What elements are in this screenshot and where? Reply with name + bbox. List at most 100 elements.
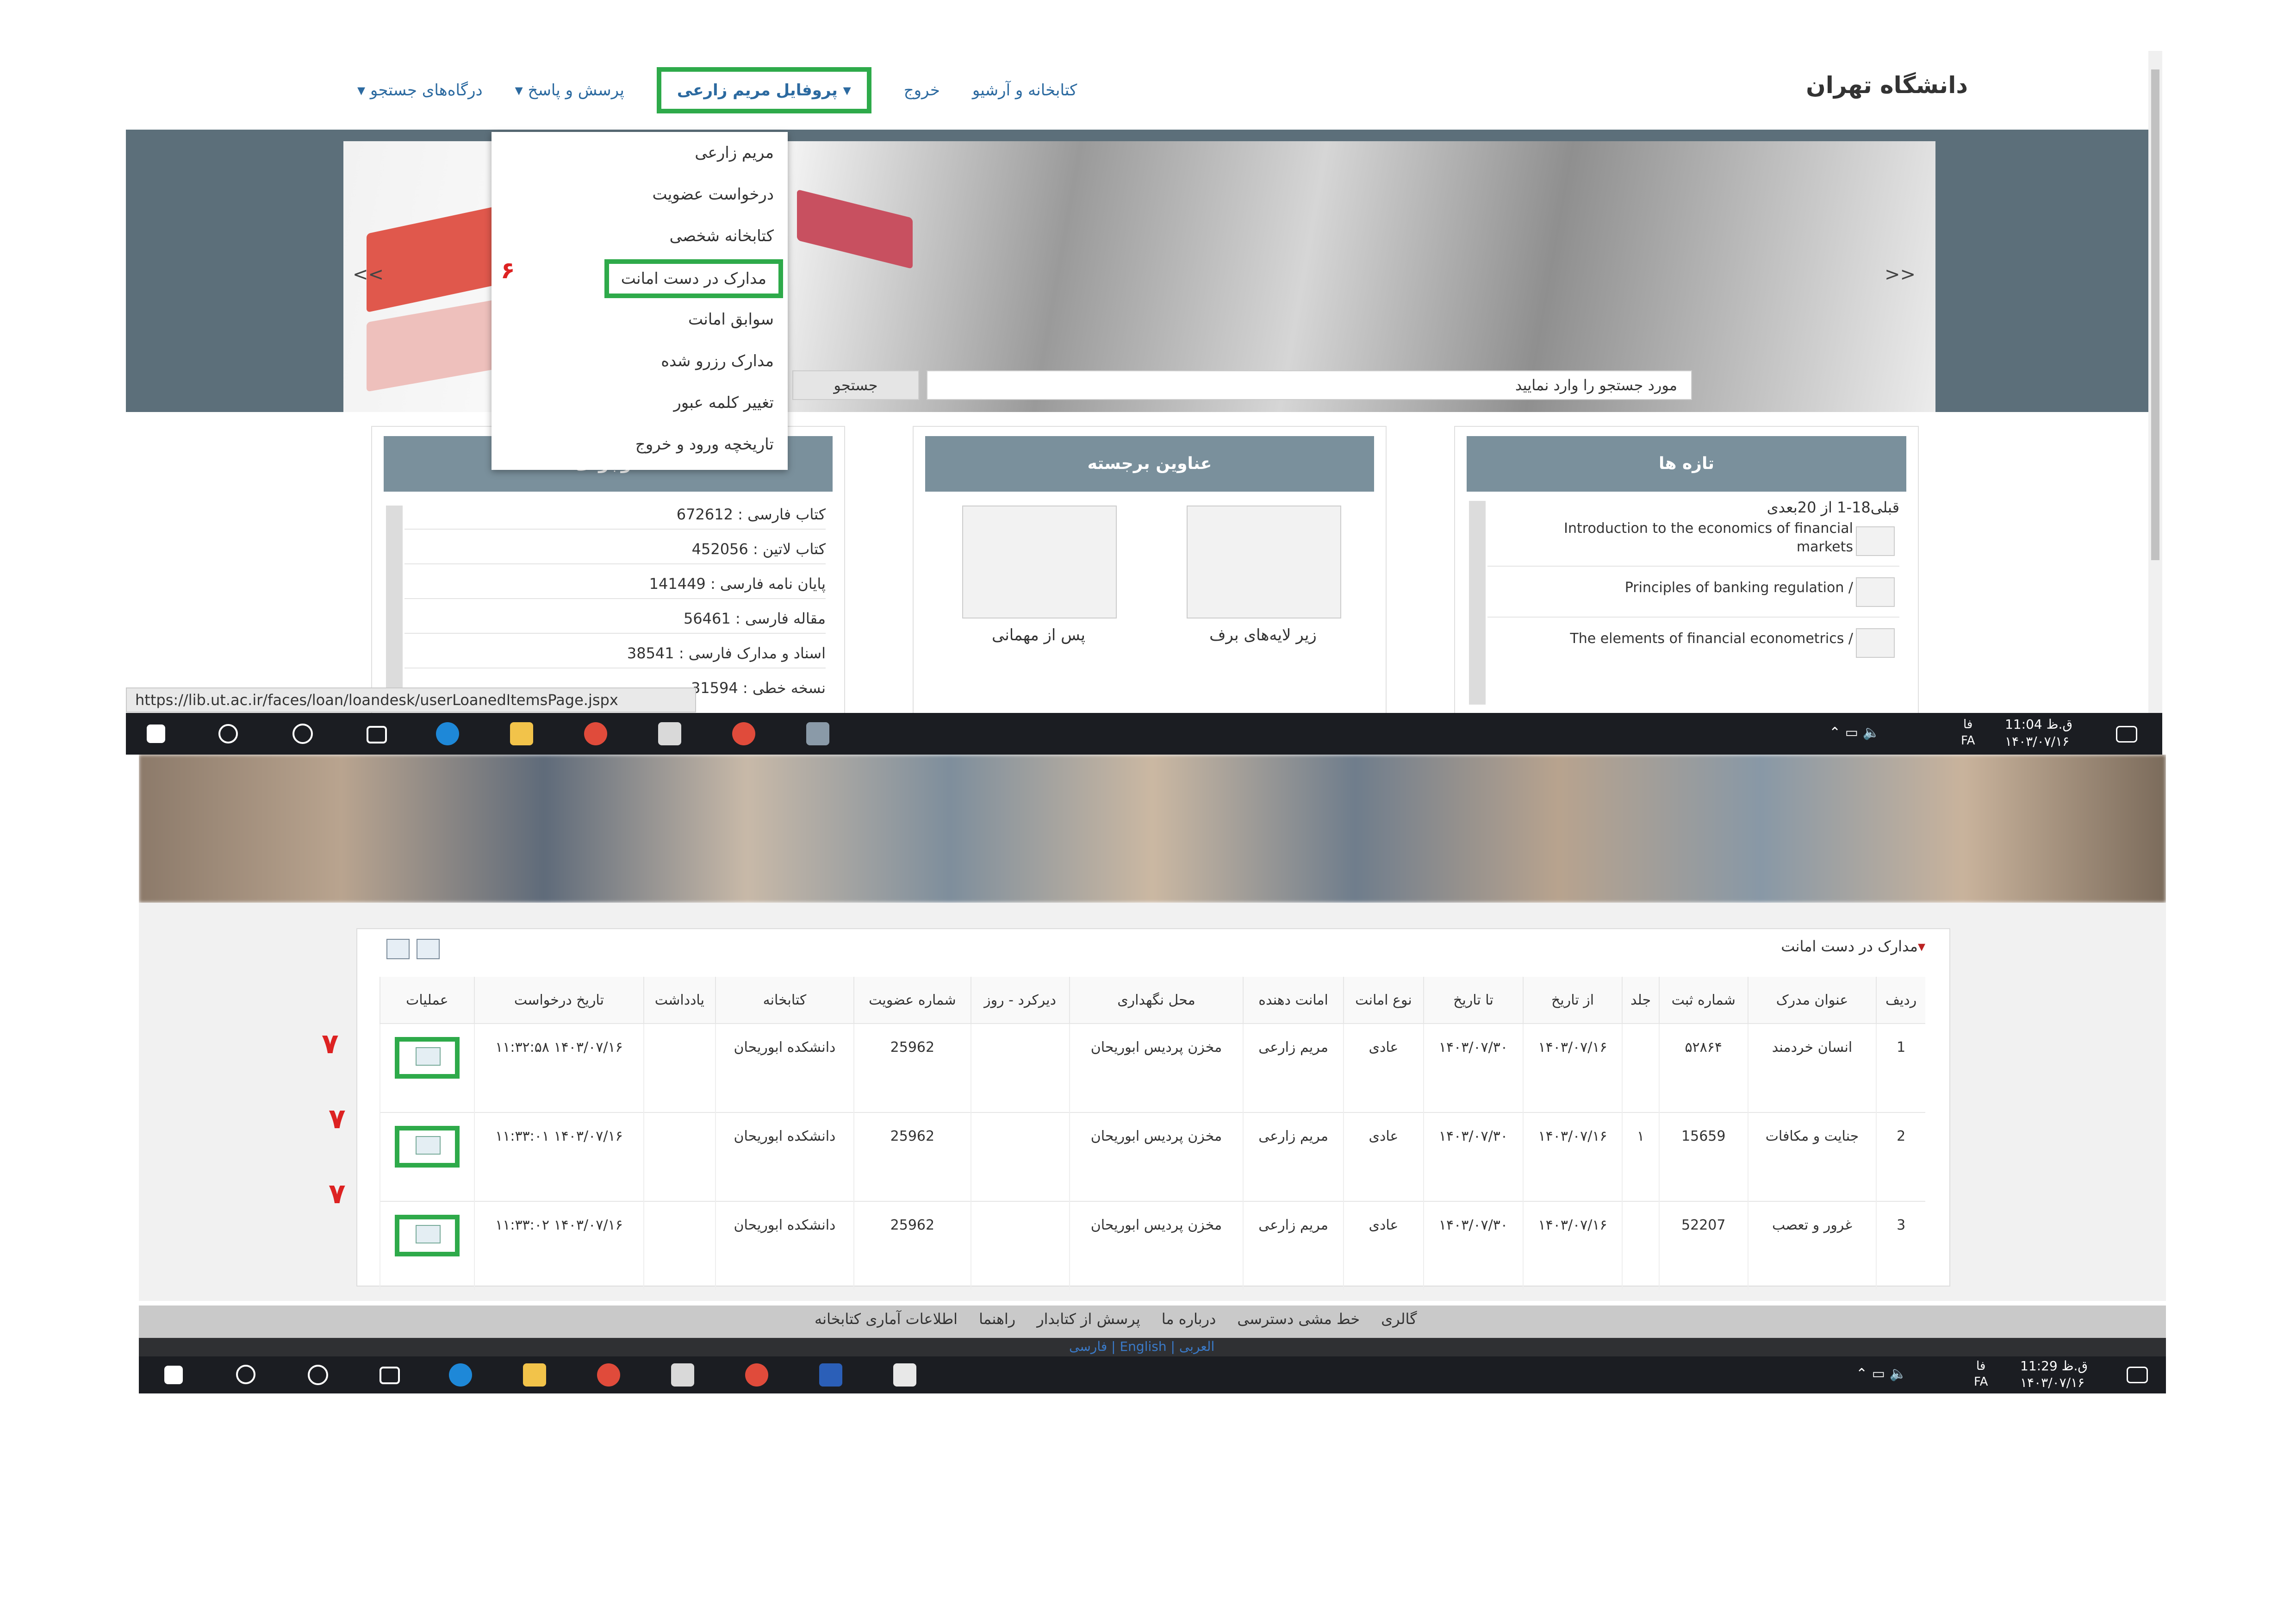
col-header: عملیات [380,977,474,1024]
thumbnail [1856,628,1895,658]
renew-icon [415,1225,441,1243]
step-badge: ۶ [501,257,515,284]
notification-icon[interactable] [2116,726,2137,743]
scrollbar[interactable] [386,506,403,709]
windows-start-icon[interactable] [164,1366,183,1384]
cell-member-number: 25962 [853,1201,971,1290]
cell-title[interactable]: غرور و تعصب [1747,1201,1877,1290]
cell-from-date: ۱۴۰۳/۰۷/۱۶ [1522,1201,1623,1290]
tray-icons[interactable]: ⌃ ▭ 🔈 [1856,1366,1907,1382]
site-brand[interactable]: دانشگاه تهران [1806,72,1968,99]
list-item[interactable]: / Principles of banking regulation [1625,580,1853,596]
file-explorer-icon[interactable] [510,722,533,745]
renew-button[interactable] [394,1037,460,1079]
stat-item[interactable]: مقاله فارسی : 56461 [684,610,826,627]
renew-button[interactable] [394,1215,460,1256]
input-language-code[interactable]: FA [1974,1375,1988,1389]
notification-icon[interactable] [2127,1367,2148,1383]
input-language[interactable]: فا [1963,718,1972,731]
cell-title[interactable]: جنایت و مکافات [1747,1112,1877,1201]
chrome-icon[interactable] [597,1363,620,1387]
clock-time[interactable]: 11:04 ق.ظ [2005,717,2072,732]
input-language[interactable]: فا [1976,1359,1985,1373]
nav-exit[interactable]: خروج [904,81,940,100]
cell-title[interactable]: انسان خردمند [1747,1023,1877,1112]
footer-link-ask-librarian[interactable]: پرسش از کتابدار [1037,1310,1140,1328]
search-icon[interactable] [218,724,238,743]
scrollbar[interactable] [1469,501,1486,705]
pager[interactable]: قبلی18-1 از 20بعدی [1767,499,1899,516]
input-language-code[interactable]: FA [1961,734,1975,748]
menu-item-change-password[interactable]: تغییر کلمه عبور [673,394,774,412]
photos-icon[interactable] [893,1363,916,1387]
tray-icons[interactable]: ⌃ ▭ 🔈 [1829,725,1880,741]
book-cover[interactable] [962,506,1117,618]
list-item[interactable]: / The elements of financial econometrics [1570,631,1853,647]
search-input[interactable]: مورد جستجو را وارد نمایید [927,370,1692,400]
footer-link-help[interactable]: راهنما [979,1310,1015,1328]
clock-date[interactable]: ۱۴۰۳/۰۷/۱۶ [2005,734,2069,749]
language-switcher[interactable]: فارسی | English | العربی [1069,1339,1214,1354]
stat-item[interactable]: کتاب فارسی : 672612 [677,506,826,523]
chrome-icon[interactable] [745,1363,768,1387]
footer-link-statistics[interactable]: اطلاعات آماری کتابخانه [815,1310,958,1328]
book-cover[interactable] [1187,506,1341,618]
print-icon[interactable] [417,939,440,959]
renew-button[interactable] [394,1126,460,1168]
cortana-icon[interactable] [308,1365,328,1385]
stat-item[interactable]: پایان نامه فارسی : 141449 [649,575,826,593]
search-button[interactable]: جستجو [792,370,919,400]
scrollbar-thumb[interactable] [2151,69,2159,560]
clock-date[interactable]: ۱۴۰۳/۰۷/۱۶ [2020,1375,2084,1390]
calculator-icon[interactable] [671,1363,694,1387]
stat-item[interactable]: کتاب لاتین : 452056 [692,540,826,558]
calculator-icon[interactable] [658,722,681,745]
cell-lender: مریم زارعی [1243,1201,1344,1290]
cell-late-days [970,1023,1070,1112]
edge-icon[interactable] [436,722,459,745]
stat-item[interactable]: اسناد و مدارک فارسی : 38541 [627,644,826,662]
section-title: ▾مدارک در دست امانت [1781,937,1925,955]
search-icon[interactable] [236,1365,255,1384]
menu-item-user-name[interactable]: مریم زارعی [695,144,774,162]
footer-link-gallery[interactable]: گالری [1381,1310,1417,1328]
nav-profile[interactable]: ▾ پروفایل مریم زارعی [656,67,871,113]
footer-link-access-policy[interactable]: خط مشی دسترسی [1237,1310,1360,1328]
task-view-icon[interactable] [367,726,387,743]
windows-taskbar: ⌃ ▭ 🔈 فا FA 11:04 ق.ظ ۱۴۰۳/۰۷/۱۶ [126,713,2162,755]
menu-item-loaned-items[interactable]: مدارک در دست امانت [604,259,783,298]
list-item[interactable]: Introduction to the economics of financi… [1562,519,1853,556]
menu-item-membership-request[interactable]: درخواست عضویت [653,185,774,204]
chrome-icon[interactable] [584,722,607,745]
book-caption[interactable]: پس از مهمانی [948,626,1129,644]
book-caption[interactable]: زیر لایه‌های برف [1173,626,1353,644]
word-icon[interactable] [819,1363,842,1387]
clock-time[interactable]: 11:29 ق.ظ [2020,1358,2088,1374]
edge-icon[interactable] [449,1363,472,1387]
footer-link-about[interactable]: درباره ما [1162,1310,1216,1328]
collapse-arrow-icon[interactable]: ▾ [1918,937,1925,955]
thumbnail [1856,526,1895,556]
cortana-icon[interactable] [292,724,313,744]
nav-qa[interactable]: پرسش و پاسخ ▾ [515,81,624,100]
banner-next-arrow[interactable]: >> [1885,264,1916,285]
nav-search-portals[interactable]: درگاه‌های جستجو ▾ [357,81,483,100]
cell-note [643,1112,716,1201]
file-explorer-icon[interactable] [523,1363,546,1387]
banner-prev-arrow[interactable]: << [353,264,384,285]
menu-item-personal-library[interactable]: کتابخانه شخصی [670,227,774,245]
paint-icon[interactable] [806,722,829,745]
footer-links: گالری خط مشی دسترسی درباره ما پرسش از کت… [815,1310,1417,1328]
menu-item-loan-history[interactable]: سوابق امانت [688,310,774,329]
task-view-icon[interactable] [380,1367,400,1384]
col-header: یادداشت [643,977,716,1024]
stat-item[interactable]: نسخه خطی : 31594 [691,679,826,697]
menu-item-login-history[interactable]: تاریخچه ورود و خروج [635,435,774,454]
menu-item-reserved-items[interactable]: مدارک رزرو شده [661,352,774,370]
windows-start-icon[interactable] [147,725,165,743]
export-icon[interactable] [386,939,410,959]
page-scrollbar[interactable] [2148,51,2162,713]
cell-note [643,1201,716,1290]
nav-library-archive[interactable]: کتابخانه و آرشیو [972,81,1077,100]
chrome-icon[interactable] [732,722,755,745]
